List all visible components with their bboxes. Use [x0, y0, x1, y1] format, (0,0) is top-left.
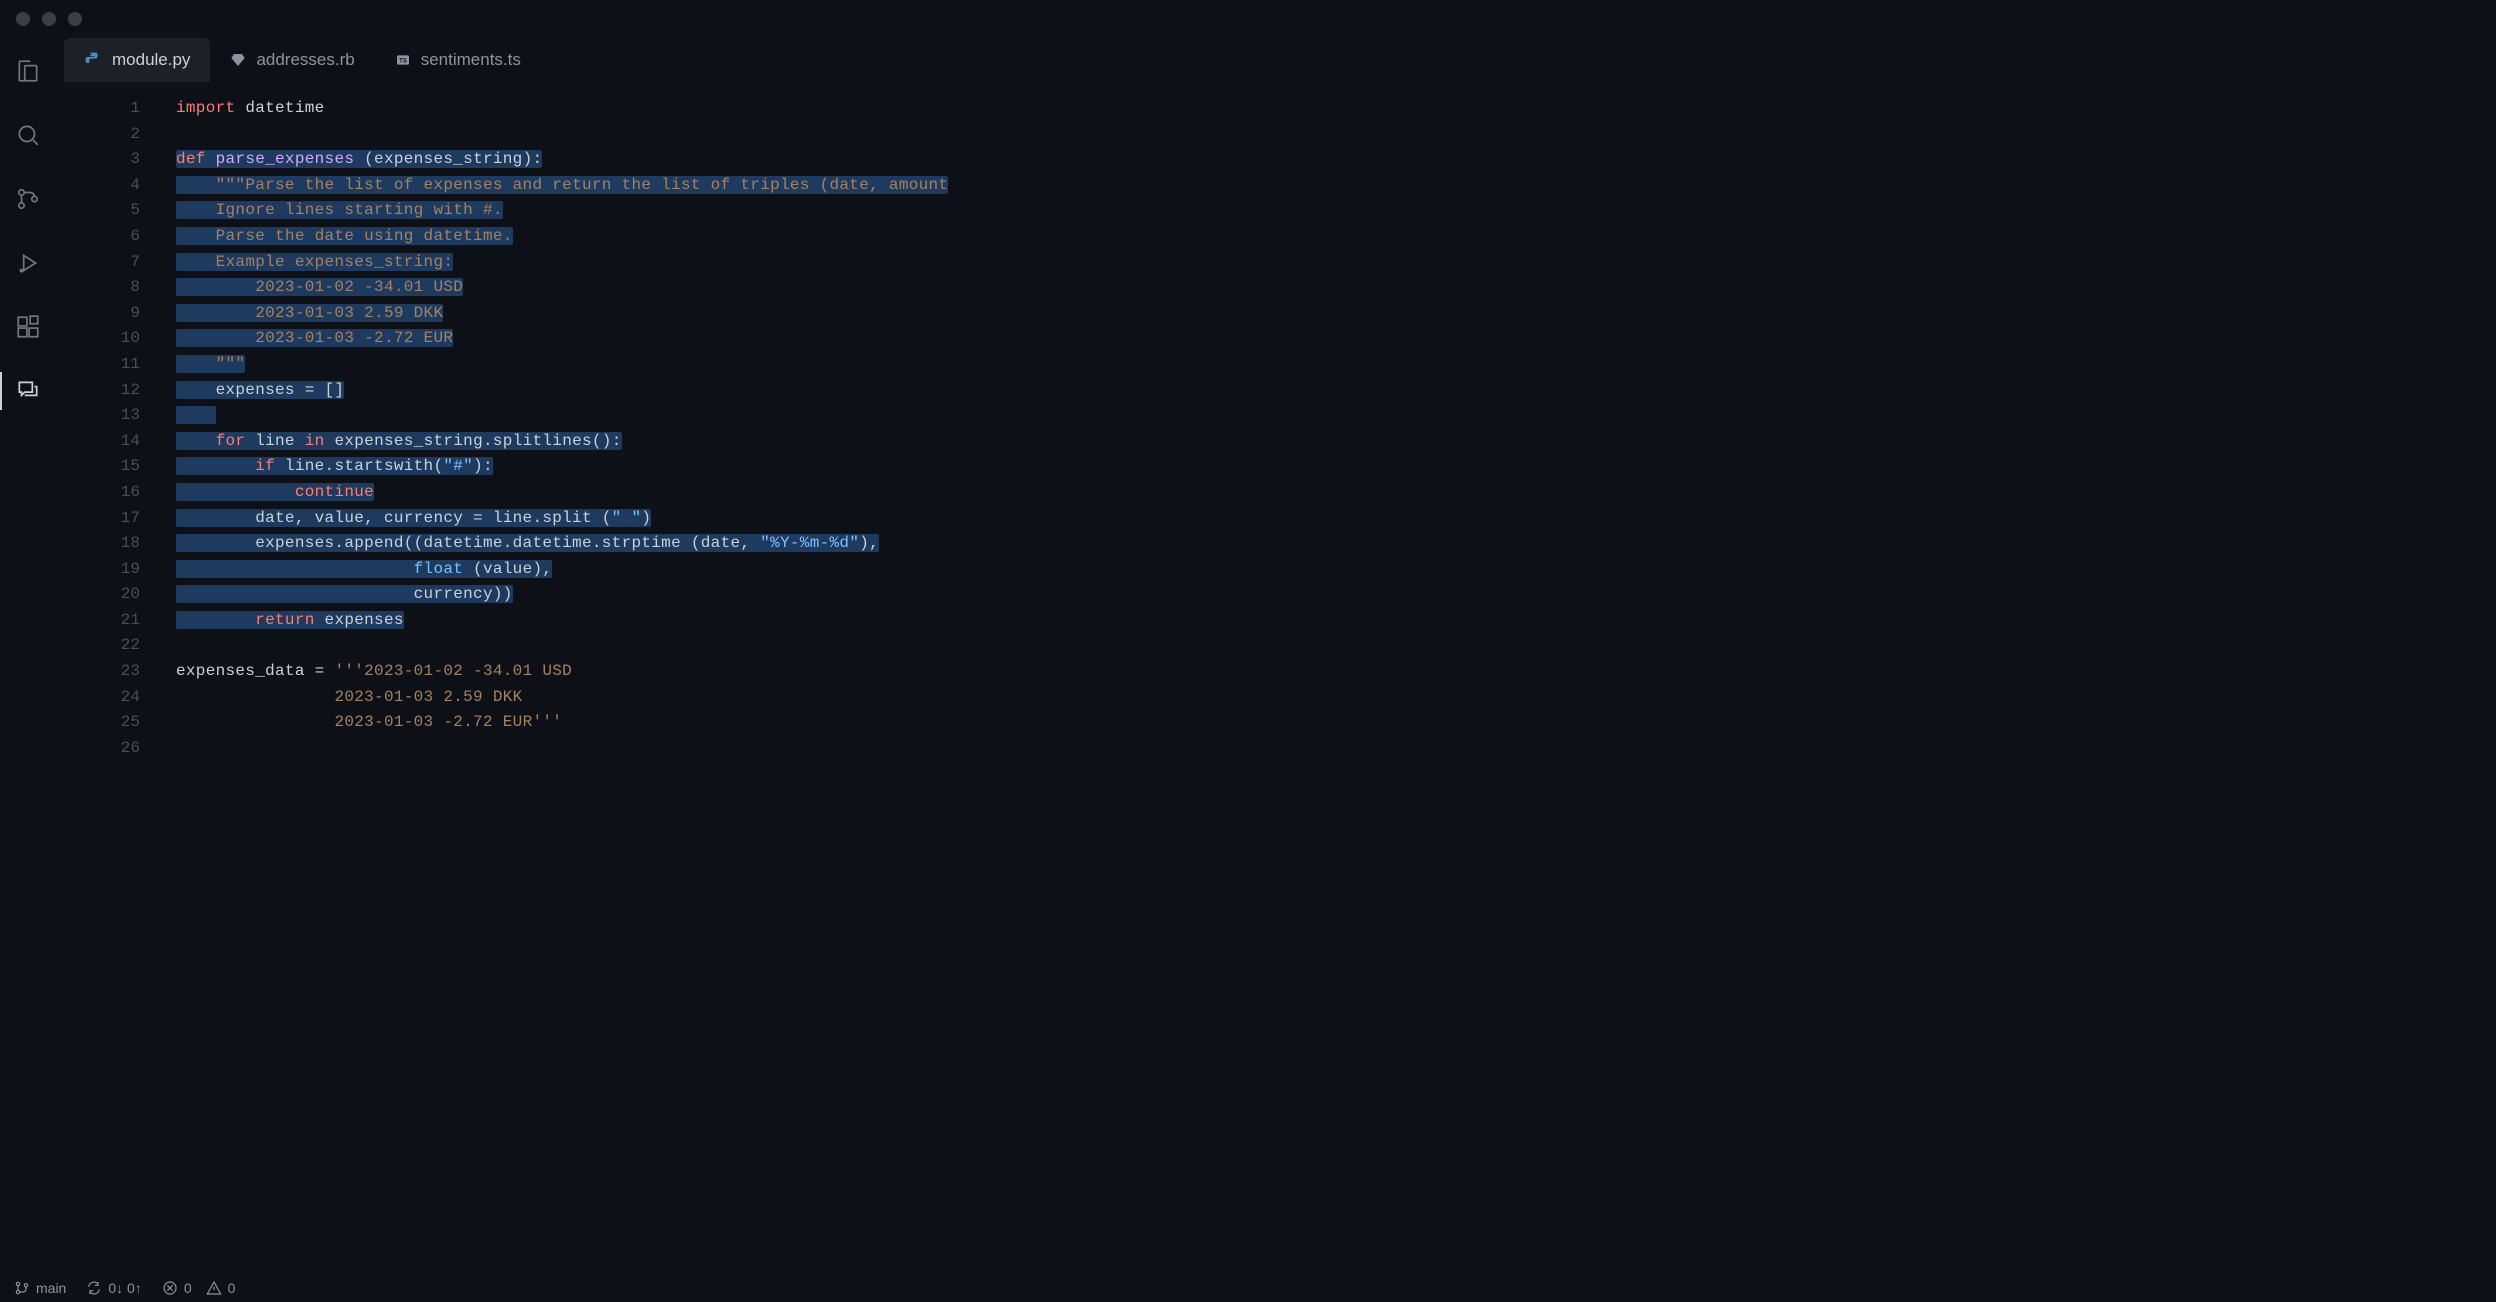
- warning-count: 0: [228, 1280, 236, 1296]
- svg-text:TS: TS: [399, 59, 407, 65]
- debug-icon[interactable]: [13, 248, 43, 278]
- extensions-icon[interactable]: [13, 312, 43, 342]
- code-line[interactable]: def parse_expenses (expenses_string):: [176, 147, 2496, 173]
- tab-label: addresses.rb: [256, 50, 354, 70]
- sync-counts: 0↓ 0↑: [108, 1280, 141, 1296]
- code-line[interactable]: Example expenses_string:: [176, 250, 2496, 276]
- problems-indicator[interactable]: 0 0: [162, 1280, 236, 1296]
- code-line[interactable]: 2023-01-03 2.59 DKK: [176, 301, 2496, 327]
- ruby-file-icon: [230, 52, 246, 68]
- maximize-button[interactable]: [68, 12, 82, 26]
- code-line[interactable]: """: [176, 352, 2496, 378]
- code-line[interactable]: date, value, currency = line.split (" "): [176, 506, 2496, 532]
- python-file-icon: [84, 51, 102, 69]
- line-gutter: 1234567891011121314151617181920212223242…: [56, 96, 176, 1274]
- code-line[interactable]: 2023-01-03 -2.72 EUR''': [176, 710, 2496, 736]
- code-line[interactable]: Ignore lines starting with #.: [176, 198, 2496, 224]
- chat-icon[interactable]: [13, 376, 43, 406]
- statusbar: main 0↓ 0↑ 0 0: [0, 1274, 2496, 1302]
- titlebar: [0, 0, 2496, 38]
- code-line[interactable]: """Parse the list of expenses and return…: [176, 173, 2496, 199]
- code-line[interactable]: 2023-01-03 2.59 DKK: [176, 685, 2496, 711]
- minimize-button[interactable]: [42, 12, 56, 26]
- branch-indicator[interactable]: main: [14, 1280, 66, 1296]
- activity-bar: [0, 38, 56, 1274]
- code-line[interactable]: currency)): [176, 582, 2496, 608]
- code-line[interactable]: continue: [176, 480, 2496, 506]
- code-line[interactable]: [176, 633, 2496, 659]
- code-area[interactable]: import datetime def parse_expenses (expen…: [176, 96, 2496, 1274]
- code-line[interactable]: if line.startswith("#"):: [176, 454, 2496, 480]
- code-line[interactable]: [176, 122, 2496, 148]
- ts-file-icon: TS: [395, 52, 411, 68]
- code-line[interactable]: 2023-01-03 -2.72 EUR: [176, 326, 2496, 352]
- code-line[interactable]: import datetime: [176, 96, 2496, 122]
- code-line[interactable]: [176, 403, 2496, 429]
- code-line[interactable]: expenses_data = '''2023-01-02 -34.01 USD: [176, 659, 2496, 685]
- tab-label: module.py: [112, 50, 190, 70]
- error-count: 0: [184, 1280, 192, 1296]
- tab-sentiments-ts[interactable]: TS sentiments.ts: [375, 38, 541, 82]
- source-control-icon[interactable]: [13, 184, 43, 214]
- code-line[interactable]: expenses = []: [176, 378, 2496, 404]
- branch-name: main: [36, 1280, 66, 1296]
- tab-label: sentiments.ts: [421, 50, 521, 70]
- code-line[interactable]: Parse the date using datetime.: [176, 224, 2496, 250]
- close-button[interactable]: [16, 12, 30, 26]
- code-line[interactable]: float (value),: [176, 557, 2496, 583]
- code-editor[interactable]: 1234567891011121314151617181920212223242…: [56, 82, 2496, 1274]
- code-line[interactable]: expenses.append((datetime.datetime.strpt…: [176, 531, 2496, 557]
- explorer-icon[interactable]: [13, 56, 43, 86]
- tab-addresses-rb[interactable]: addresses.rb: [210, 38, 374, 82]
- tab-module-py[interactable]: module.py: [64, 38, 210, 82]
- code-line[interactable]: for line in expenses_string.splitlines()…: [176, 429, 2496, 455]
- search-icon[interactable]: [13, 120, 43, 150]
- code-line[interactable]: 2023-01-02 -34.01 USD: [176, 275, 2496, 301]
- code-line[interactable]: [176, 736, 2496, 762]
- tabs-bar: module.py addresses.rb TS sentiments.ts: [56, 38, 2496, 82]
- code-line[interactable]: return expenses: [176, 608, 2496, 634]
- sync-indicator[interactable]: 0↓ 0↑: [86, 1280, 141, 1296]
